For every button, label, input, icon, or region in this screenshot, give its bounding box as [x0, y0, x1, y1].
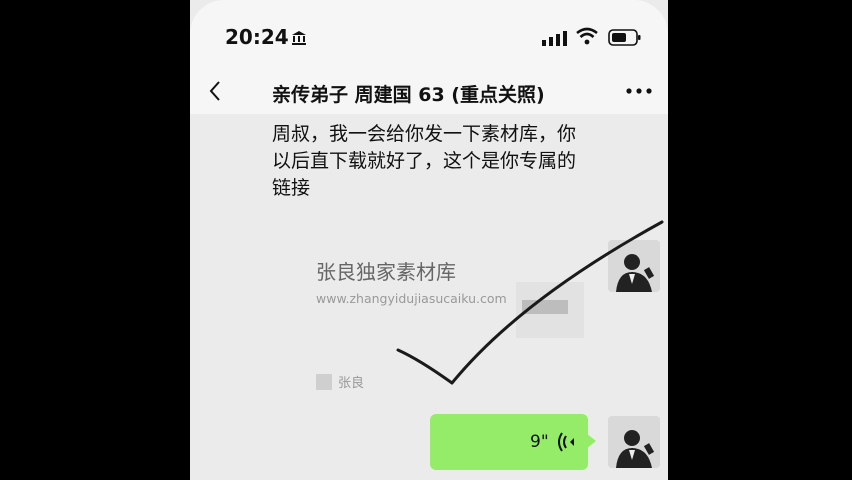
link-card[interactable]: 张良独家素材库 www.zhangyidujiasucaiku.com 张良: [286, 232, 592, 404]
author-avatar-icon: [316, 374, 332, 390]
voice-wave-icon: [558, 432, 574, 452]
link-card-thumbnail: [516, 282, 584, 338]
voice-bubble-tail: [586, 433, 596, 449]
link-card-title: 张良独家素材库: [316, 260, 456, 284]
battery-icon: [608, 29, 641, 46]
voice-message[interactable]: 9": [430, 414, 588, 470]
avatar[interactable]: [608, 240, 660, 292]
chevron-left-icon[interactable]: [206, 76, 226, 106]
person-avatar-icon: [608, 240, 660, 292]
status-bar: 20:24: [190, 0, 668, 70]
signal-icon: [542, 31, 567, 46]
person-avatar-icon: [608, 416, 660, 468]
frame-left: [0, 0, 190, 24]
my-avatar[interactable]: [608, 416, 660, 468]
voice-duration: 9": [530, 432, 549, 452]
text-message: 周叔，我一会给你发一下素材库，你以后直下载就好了，这个是你专属的链接: [272, 123, 577, 199]
chat-header: 亲传弟子 周建国 63 (重点关照): [190, 70, 668, 114]
wifi-icon: [576, 27, 598, 45]
link-card-author: 张良: [338, 376, 365, 391]
chat-title: 亲传弟子 周建国 63 (重点关照): [272, 84, 545, 106]
phone-screen: 20:24 亲传弟子 周建国 63 (重点关照) 周叔，我一会给你发一下素材库，…: [190, 0, 668, 480]
more-dots-icon[interactable]: [626, 88, 652, 94]
thumbnail-image: [522, 300, 568, 314]
status-time: 20:24: [225, 25, 289, 49]
bank-icon: [292, 31, 306, 45]
link-card-url: www.zhangyidujiasucaiku.com: [316, 291, 507, 306]
